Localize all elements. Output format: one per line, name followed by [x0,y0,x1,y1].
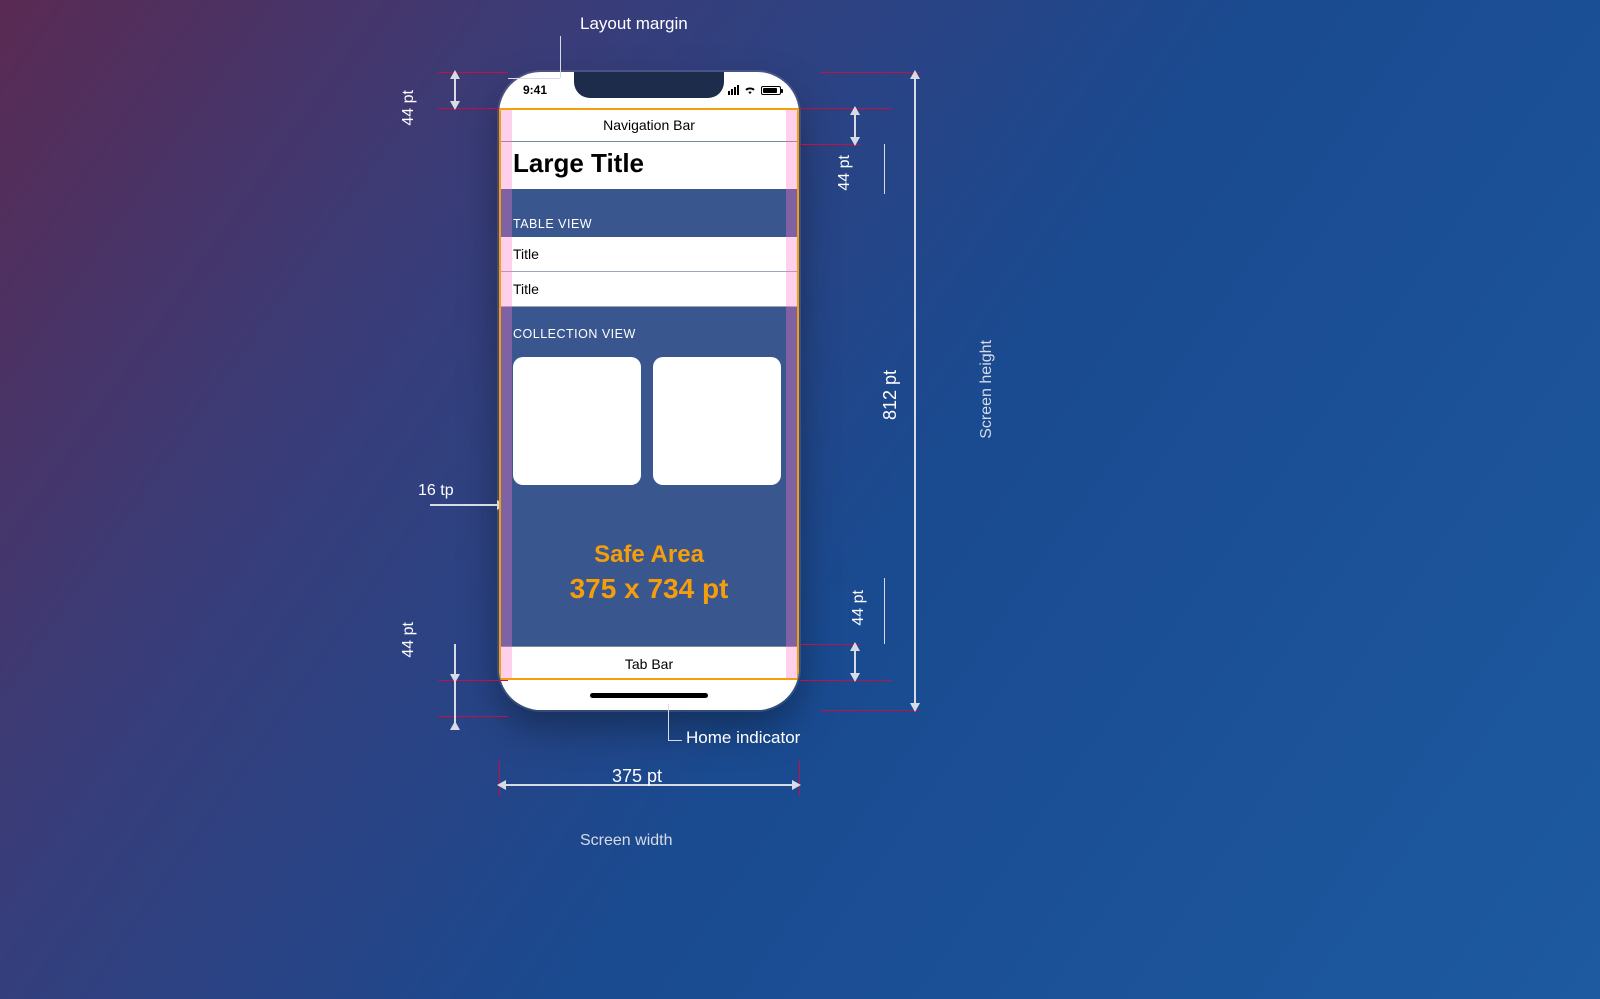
dim-layout-margin: 16 tp [418,482,454,500]
tab-bar: Tab Bar [499,646,799,680]
dim-tick [820,710,920,711]
table-row: Title [499,272,799,307]
collection-cell [513,357,641,485]
dim-tick [438,108,508,109]
status-icons [728,85,781,95]
dim-arrow [450,72,460,108]
navigation-bar: Navigation Bar [499,108,799,142]
dim-tick [800,108,892,109]
dim-tick [438,680,508,681]
leader-line [884,144,885,194]
layout-margin-right [786,108,799,680]
safe-area-title: Safe Area [594,541,704,569]
screen-content: Navigation Bar Large Title TABLE VIEW Ti… [499,108,799,680]
dim-tick [820,72,920,73]
safe-area-size: 375 x 734 pt [570,573,729,605]
dim-home-indicator: 44 pt [400,622,418,658]
collection-view-header: COLLECTION VIEW [499,321,799,347]
dim-arrow [910,72,920,710]
annotation-layout-margin: Layout margin [580,14,688,34]
collection-cell [653,357,781,485]
large-title: Large Title [499,142,799,189]
dim-arrow [850,644,860,680]
annotation-home-indicator: Home indicator [686,728,800,748]
navigation-bar-label: Navigation Bar [603,117,695,133]
dim-tick [800,680,892,681]
leader-line [884,578,885,644]
dim-screen-height: 812 pt [880,370,901,420]
dim-tick [499,760,500,796]
tab-bar-label: Tab Bar [625,656,673,672]
battery-icon [761,86,781,95]
wifi-icon [743,85,757,95]
dim-nav-bar: 44 pt [836,155,854,191]
dim-tick [438,716,508,717]
dim-status-bar: 44 pt [400,90,418,126]
signal-icon [728,85,739,95]
dim-arrow [450,644,460,724]
label-screen-height: Screen height [978,340,996,439]
home-indicator-zone [499,680,799,710]
status-time: 9:41 [523,83,547,97]
leader-line [668,704,669,740]
notch [574,72,724,98]
label-screen-width: Screen width [580,832,673,850]
dim-tick [799,760,800,796]
collection-view [499,347,799,499]
leader-line [668,740,682,741]
layout-margin-left [499,108,512,680]
dim-arrow [850,108,860,144]
table-view-header: TABLE VIEW [499,211,799,237]
diagram-canvas: 9:41 Navigation Bar Large Title TABLE VI… [0,0,1600,999]
dim-tab-bar: 44 pt [850,590,868,626]
home-indicator [590,693,708,698]
phone-frame: 9:41 Navigation Bar Large Title TABLE VI… [499,72,799,710]
table-row: Title [499,237,799,272]
safe-area-label: Safe Area 375 x 734 pt [499,499,799,646]
dim-screen-width: 375 pt [612,766,662,787]
dim-tick [438,72,508,73]
